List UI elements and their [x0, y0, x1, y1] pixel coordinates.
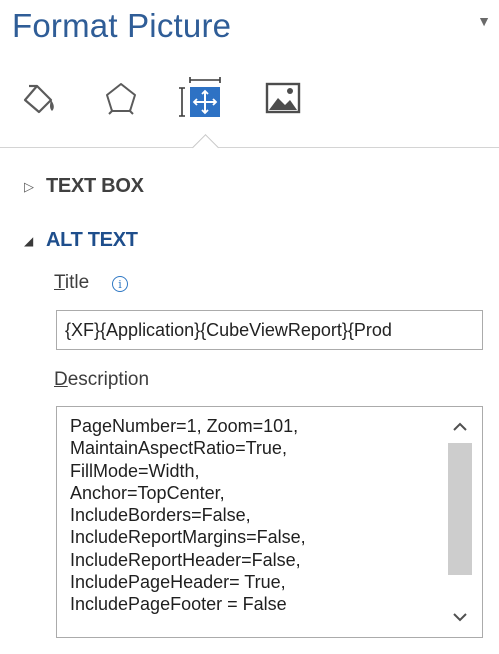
collapse-triangle-icon: ◢ — [24, 233, 34, 248]
scroll-down-button[interactable] — [446, 601, 474, 633]
scroll-up-button[interactable] — [446, 411, 474, 443]
section-alt-text[interactable]: ◢ ALT TEXT — [24, 229, 138, 252]
size-properties-icon — [179, 77, 221, 117]
alt-text-description-textarea[interactable]: PageNumber=1, Zoom=101, MaintainAspectRa… — [56, 406, 483, 638]
panel-divider — [0, 147, 499, 148]
description-line: IncludeBorders=False, — [70, 505, 251, 526]
description-label-text: escription — [67, 369, 150, 390]
description-line: FillMode=Width, — [70, 460, 200, 481]
pane-title: Format Picture — [12, 7, 232, 44]
title-label: Title — [54, 272, 89, 294]
chevron-up-icon — [453, 422, 467, 431]
tab-effects[interactable] — [96, 70, 146, 126]
description-line: IncludePageHeader= True, — [70, 572, 286, 593]
description-line: Anchor=TopCenter, — [70, 482, 225, 503]
scroll-track[interactable] — [448, 443, 472, 601]
active-tab-pointer — [192, 134, 219, 161]
fill-line-icon — [23, 84, 54, 114]
description-line: IncludeReportHeader=False, — [70, 549, 301, 570]
alt-text-title-input[interactable] — [56, 310, 483, 350]
description-line: IncludeReportMargins=False, — [70, 527, 306, 548]
section-label-alt-text: ALT TEXT — [46, 229, 138, 251]
scroll-thumb[interactable] — [448, 443, 472, 575]
effects-pentagon-icon — [106, 83, 136, 115]
tab-picture[interactable] — [258, 70, 308, 126]
chevron-down-icon — [453, 613, 467, 622]
description-label: Description — [54, 369, 149, 391]
title-label-text: itle — [64, 272, 90, 293]
description-scrollbar[interactable] — [446, 411, 474, 633]
picture-icon — [265, 82, 301, 114]
tab-fill-line[interactable] — [14, 70, 64, 126]
description-line: IncludePageFooter = False — [70, 594, 287, 615]
description-label-accelerator: D — [54, 369, 68, 390]
pane-options-dropdown-icon[interactable]: ▼ — [477, 14, 491, 28]
info-icon[interactable]: i — [112, 276, 128, 292]
section-label-text-box: TEXT BOX — [46, 175, 144, 197]
tab-size-properties[interactable] — [174, 70, 224, 126]
expand-triangle-icon: ▷ — [24, 178, 34, 194]
title-label-accelerator: T — [54, 272, 65, 293]
section-text-box[interactable]: ▷ TEXT BOX — [24, 175, 144, 198]
description-content: PageNumber=1, Zoom=101, MaintainAspectRa… — [70, 415, 430, 616]
description-line: PageNumber=1, Zoom=101, — [70, 416, 299, 436]
description-line: MaintainAspectRatio=True, — [70, 438, 287, 459]
